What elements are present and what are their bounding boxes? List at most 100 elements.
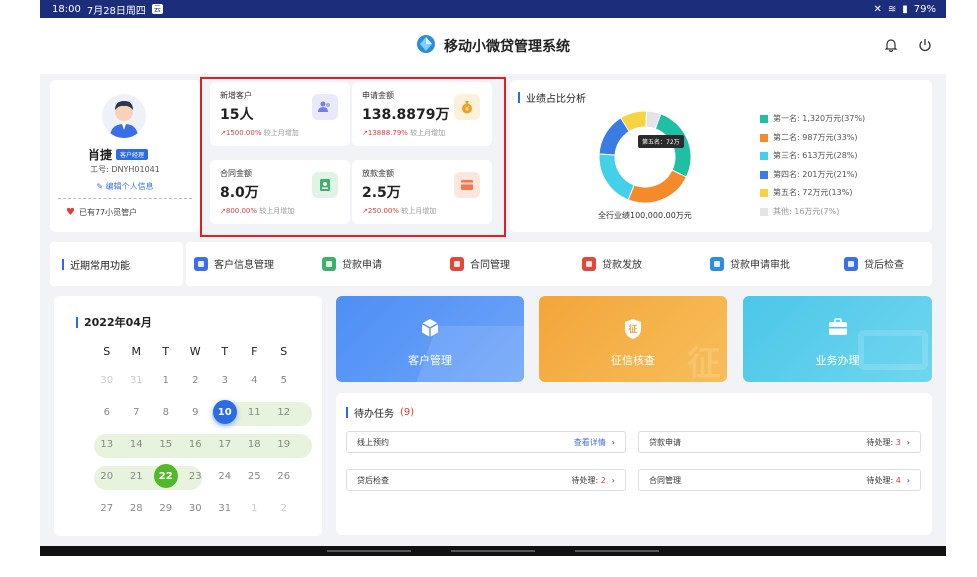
quick-item-label: 贷款发放 — [602, 260, 642, 271]
status-date: 7月28日周四 — [86, 5, 146, 17]
todo-item-post-loan-check[interactable]: 贷后检查 待处理: 2 › — [346, 469, 626, 491]
avatar — [102, 94, 146, 138]
todo-card: 待办任务 (9) 线上预约 查看详情 › 贷款申请 待处理: 3 › 贷后检查 待处理… — [336, 393, 932, 535]
total-performance: 全行业绩100,000.00万元 — [598, 211, 692, 220]
calendar-grid: S M T W T F S 30 31 1 2 3 4 5 6 7 8 9 10 11 12 13 14 15 16 17 18 19… — [92, 338, 299, 524]
legend-swatch — [760, 115, 768, 124]
highlight-box — [200, 77, 506, 237]
legend-item[interactable]: 第一名: 1,320万元(37%) — [760, 110, 865, 129]
calendar-day[interactable]: 22 — [151, 460, 181, 492]
quick-item-label: 贷后检查 — [864, 260, 904, 271]
shield-glyph: 征 — [628, 323, 637, 335]
calendar-day[interactable]: 7 — [122, 396, 152, 428]
calendar-day[interactable]: 1 — [151, 364, 181, 396]
calendar-day[interactable]: 10 — [210, 396, 240, 428]
calendar-day[interactable]: 11 — [240, 396, 270, 428]
legend-item[interactable]: 第二名: 987万元(33%) — [760, 129, 865, 148]
notification-bell-icon[interactable] — [882, 36, 900, 54]
approval-icon — [710, 256, 724, 271]
chevron-right-icon: › — [611, 437, 615, 447]
calendar-day[interactable]: 21 — [122, 460, 152, 492]
todo-pending-count: 2 — [600, 475, 606, 485]
calendar-day[interactable]: 16 — [181, 428, 211, 460]
quick-item-label: 贷款申请 — [342, 260, 382, 271]
check-doc-icon — [844, 256, 858, 271]
calendar-day[interactable]: 30 — [181, 492, 211, 524]
calendar-day[interactable]: 12 — [269, 396, 299, 428]
nav-handle[interactable] — [327, 550, 411, 552]
calendar-day[interactable]: 28 — [122, 492, 152, 524]
calendar-day[interactable]: 26 — [269, 460, 299, 492]
legend-item[interactable]: 第五名: 72万元(13%) — [760, 184, 865, 203]
weekday-label: M — [131, 344, 142, 358]
calendar-day[interactable]: 6 — [92, 396, 122, 428]
legend-item[interactable]: 第三名: 613万元(28%) — [760, 147, 865, 166]
calendar-day[interactable]: 8 — [151, 396, 181, 428]
calendar-day[interactable]: 2 — [181, 364, 211, 396]
todo-item-online-appointment[interactable]: 线上预约 查看详情 › — [346, 431, 626, 453]
todo-name: 贷后检查 — [357, 475, 389, 485]
status-app-badge: 云 — [151, 4, 163, 14]
calendar-day[interactable]: 15 — [151, 428, 181, 460]
calendar-day[interactable]: 2 — [269, 492, 299, 524]
quick-item[interactable]: 客户信息管理 — [194, 256, 274, 271]
nav-handle[interactable] — [575, 550, 659, 552]
nav-handle[interactable] — [451, 550, 535, 552]
weekday-label: T — [221, 344, 229, 358]
todo-item-loan-application[interactable]: 贷款申请 待处理: 3 › — [638, 431, 921, 453]
tile-customer-management[interactable]: 客户管理 — [336, 296, 524, 382]
legend-item[interactable]: 其他: 16万元(7%) — [760, 203, 865, 222]
tile-credit-check[interactable]: 征 征 征信核查 — [539, 296, 727, 382]
quick-item[interactable]: 贷款申请 — [322, 256, 382, 271]
legend-swatch — [760, 152, 768, 161]
calendar-day[interactable]: 20 — [92, 460, 122, 492]
calendar-day[interactable]: 31 — [122, 364, 152, 396]
calendar-day[interactable]: 3 — [210, 364, 240, 396]
edit-profile-link[interactable]: ✎ 编辑个人信息 — [50, 181, 200, 192]
calendar-day[interactable]: 13 — [92, 428, 122, 460]
view-details-link[interactable]: 查看详情 — [574, 437, 606, 448]
calendar-day[interactable]: 30 — [92, 364, 122, 396]
tile-business-handling[interactable]: 业务办理 — [743, 296, 932, 382]
credit-shield-icon: 征 — [623, 318, 643, 340]
calendar-day[interactable]: 9 — [181, 396, 211, 428]
calendar-day[interactable]: 4 — [240, 364, 270, 396]
donut-slice[interactable] — [627, 169, 688, 204]
legend-item[interactable]: 第四名: 201万元(21%) — [760, 166, 865, 185]
chevron-right-icon: › — [906, 437, 910, 447]
quick-item[interactable]: 贷款发放 — [582, 256, 642, 271]
calendar-day[interactable]: 14 — [122, 428, 152, 460]
todo-name: 贷款申请 — [649, 437, 681, 447]
todo-item-contract-management[interactable]: 合同管理 待处理: 4 › — [638, 469, 921, 491]
calendar-day[interactable]: 25 — [240, 460, 270, 492]
calendar-day[interactable]: 29 — [151, 492, 181, 524]
briefcase-icon — [828, 318, 848, 339]
legend-swatch — [760, 170, 768, 179]
calendar-day[interactable]: 17 — [210, 428, 240, 460]
legend-label: 第五名: 72万元(13%) — [773, 188, 853, 197]
calendar-day[interactable]: 23 — [181, 460, 211, 492]
calendar-day[interactable]: 27 — [92, 492, 122, 524]
calendar-day[interactable]: 1 — [240, 492, 270, 524]
calendar-day[interactable]: 18 — [240, 428, 270, 460]
calendar-day[interactable]: 5 — [269, 364, 299, 396]
calendar-day[interactable]: 31 — [210, 492, 240, 524]
calendar-month: 2022年04月 — [84, 316, 152, 329]
legend-label: 第一名: 1,320万元(37%) — [773, 114, 866, 123]
heart-icon: ♥ — [66, 207, 75, 218]
power-icon[interactable] — [916, 36, 934, 54]
section-bar — [76, 316, 78, 328]
calendar-day[interactable]: 24 — [210, 460, 240, 492]
quick-item[interactable]: 贷款申请审批 — [710, 256, 790, 271]
status-time: 18:00 — [52, 3, 81, 15]
performance-card: 业绩占比分析 第五名：72万 全行业绩100,000.00万元 第一名: 1,3… — [510, 80, 932, 232]
weekday-label: F — [251, 344, 258, 358]
todo-pending-label: 待处理: — [571, 475, 601, 485]
app-header: 移动小微贷管理系统 — [40, 18, 946, 74]
status-bar: 18:00 7月28日周四 云 ✕ ≋ ▮ 79% — [40, 0, 946, 18]
donut-slice[interactable] — [598, 153, 635, 201]
cube-icon — [420, 318, 440, 341]
calendar-day[interactable]: 19 — [269, 428, 299, 460]
quick-item[interactable]: 贷后检查 — [844, 256, 904, 271]
quick-item[interactable]: 合同管理 — [450, 256, 510, 271]
